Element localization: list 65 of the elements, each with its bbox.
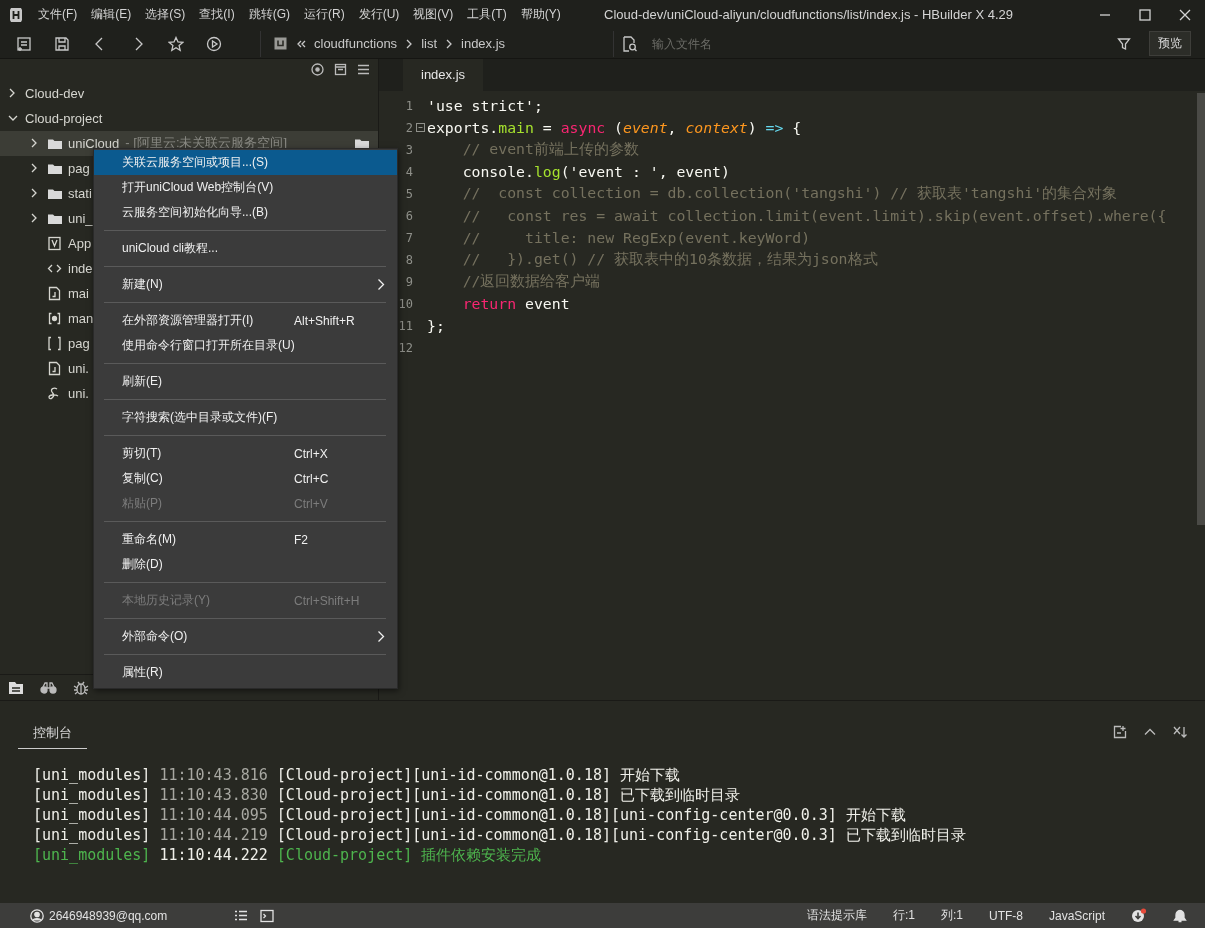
menu-item-label: 删除(D) bbox=[122, 556, 164, 573]
item-label: man bbox=[68, 310, 94, 326]
code-line: return event bbox=[461, 295, 570, 313]
item-label: uni_ bbox=[68, 210, 93, 226]
line-number: 3 bbox=[404, 142, 413, 157]
menu-item-label: 关联云服务空间或项目...(S) bbox=[122, 154, 269, 171]
line-number: 1 bbox=[404, 98, 413, 113]
menu-item-label: 使用命令行窗口打开所在目录(U) bbox=[122, 337, 294, 354]
menu-item-label: 云服务空间初始化向导...(B) bbox=[122, 204, 269, 221]
log-line: [uni_modules] 11:10:44.222 [Cloud-project] 插件依赖安装完成 bbox=[33, 846, 543, 867]
item-label: inde bbox=[68, 260, 93, 276]
item-label: App bbox=[68, 235, 92, 251]
menu-item-label: 字符搜索(选中目录或文件)(F) bbox=[122, 409, 279, 426]
line-number: 4 bbox=[404, 164, 413, 179]
item-label: mai bbox=[68, 285, 89, 301]
line-number: 12 bbox=[397, 340, 413, 355]
code-line: console.log('event : ', event) bbox=[461, 163, 730, 181]
line-number: 6 bbox=[404, 208, 413, 223]
window-title: Cloud-dev/uniCloud-aliyun/cloudfunctions/list/index.js - HBuilder X 4.29 bbox=[604, 7, 1013, 23]
item-label: pag bbox=[68, 160, 90, 176]
code-line: // event前端上传的参数 bbox=[461, 140, 639, 160]
shortcut-label: Ctrl+C bbox=[294, 471, 329, 486]
menu-item-label: 复制(C) bbox=[122, 470, 164, 487]
item-label: pag bbox=[68, 335, 90, 351]
code-line: // const collection = db.collection('tangshi') // 获取表'tangshi'的集合对象 bbox=[461, 184, 1118, 204]
menu-item-label: 剪切(T) bbox=[122, 445, 163, 462]
code-line: }; bbox=[427, 317, 445, 335]
menu-item-label: 属性(R) bbox=[122, 664, 164, 681]
shortcut-label: F2 bbox=[294, 532, 308, 547]
shortcut-label: Alt+Shift+R bbox=[294, 313, 355, 328]
item-label: Cloud-project bbox=[25, 110, 103, 126]
shortcut-label: Ctrl+V bbox=[294, 496, 328, 511]
menu-item-label: 在外部资源管理器打开(I) bbox=[122, 312, 255, 329]
log-line: [uni_modules] 11:10:44.095 [Cloud-project][uni-id-common@1.0.18][uni-config-center@0.0.3] 开始下载 bbox=[33, 806, 907, 827]
code-line: // title: new RegExp(event.keyWord) bbox=[461, 229, 811, 247]
code-line: 'use strict'; bbox=[427, 97, 543, 115]
item-label: uni. bbox=[68, 385, 89, 401]
log-line: [uni_modules] 11:10:43.830 [Cloud-project][uni-id-common@1.0.18] 已下载到临时目录 bbox=[33, 786, 741, 807]
code-line: // }).get() // 获取表中的10条数据，结果为json格式 bbox=[461, 250, 878, 270]
menu-item-label: 本地历史记录(Y) bbox=[122, 592, 211, 609]
item-label: uni. bbox=[68, 360, 89, 376]
log-line: [uni_modules] 11:10:44.219 [Cloud-project][uni-id-common@1.0.18][uni-config-center@0.0.3] 已下载到临时目录 bbox=[33, 826, 967, 847]
line-number: 11 bbox=[397, 318, 413, 333]
code-line: // const res = await collection.limit(event.limit).skip(event.offset).where({ bbox=[461, 207, 1167, 225]
line-number: 5 bbox=[404, 186, 413, 201]
menu-item-label: 刷新(E) bbox=[122, 373, 163, 390]
menu-item-label: 新建(N) bbox=[122, 276, 164, 293]
menu-item-label: 外部命令(O) bbox=[122, 628, 189, 645]
menu-item-label: uniCloud cli教程... bbox=[122, 240, 220, 257]
line-number: 7 bbox=[404, 230, 413, 245]
shortcut-label: Ctrl+Shift+H bbox=[294, 593, 360, 608]
shortcut-label: Ctrl+X bbox=[294, 446, 328, 461]
line-number: 10 bbox=[397, 296, 413, 311]
menu-item-label: 重命名(M) bbox=[122, 531, 177, 548]
menu-item-label: 打开uniCloud Web控制台(V) bbox=[122, 179, 275, 196]
item-label: uniCloud bbox=[68, 135, 120, 151]
line-number: 8 bbox=[404, 252, 413, 267]
menu-item-label: 粘贴(P) bbox=[122, 495, 163, 512]
line-number: 2 bbox=[404, 120, 413, 135]
code-line: exports.main = async (event, context) => { bbox=[427, 119, 802, 137]
code-line: //返回数据给客户端 bbox=[461, 272, 601, 292]
item-label: Cloud-dev bbox=[25, 85, 85, 101]
log-line: [uni_modules] 11:10:43.816 [Cloud-project][uni-id-common@1.0.18] 开始下载 bbox=[33, 766, 681, 787]
item-label: stati bbox=[68, 185, 92, 201]
line-number: 9 bbox=[404, 274, 413, 289]
